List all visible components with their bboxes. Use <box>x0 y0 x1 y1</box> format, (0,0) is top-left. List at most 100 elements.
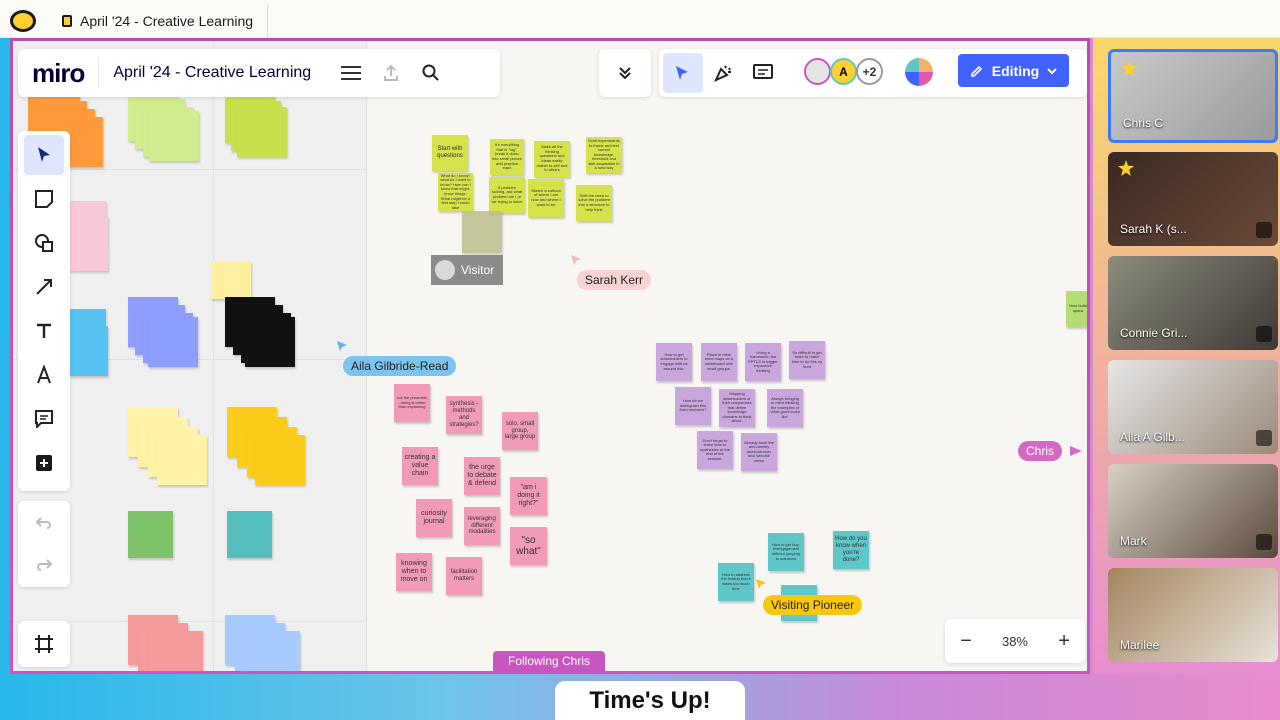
sticky-note[interactable]: Shift the need to solve the problem into… <box>576 185 612 221</box>
collaborator-avatar-photo[interactable] <box>804 58 831 85</box>
board-frame: Start with questions It's everything tha… <box>10 38 1090 674</box>
sticky-note[interactable]: Make all the thinking questions and idea… <box>534 141 570 177</box>
visitor-badge: Visitor <box>431 255 503 285</box>
following-indicator[interactable]: Following Chris <box>493 651 605 671</box>
sticky-note[interactable]: curiosity journal <box>416 499 452 537</box>
sticky-note[interactable]: creating a value chain <box>402 447 438 485</box>
undo-button[interactable] <box>24 503 64 543</box>
star-icon <box>1118 160 1134 176</box>
sticky-note[interactable]: It's everything that is "big", break it … <box>490 139 524 175</box>
redo-button[interactable] <box>24 545 64 585</box>
comment-icon[interactable] <box>743 53 783 93</box>
sticky-note[interactable]: Start with questions <box>432 135 468 171</box>
sticky-note[interactable]: Don't forget to leave time to synthesize… <box>697 431 733 469</box>
participant-tile[interactable]: Mark <box>1108 464 1278 558</box>
tab-title: April '24 - Creative Learning <box>80 13 254 29</box>
participant-name: Mark <box>1120 534 1147 548</box>
cursor-label-visiting-pioneer: Visiting Pioneer <box>763 595 863 615</box>
sticky-note[interactable]: If problem solving, ask what problem am … <box>489 177 525 213</box>
chevron-double-down-icon <box>619 67 631 80</box>
sticky-note[interactable]: the urge to debate & defend <box>464 457 500 495</box>
sticky-note[interactable]: solo, small group, large group <box>502 412 538 450</box>
sticky-note[interactable]: Always bringing in mind thinking the exa… <box>767 389 803 427</box>
timer-banner: Time's Up! <box>555 681 745 720</box>
sticky-note[interactable]: leveraging different modalities <box>464 507 500 545</box>
cursor-arrow-icon <box>38 147 50 162</box>
sticky-note[interactable]: Place in mine mind maps on a whiteboard … <box>701 343 737 381</box>
creation-toolbar <box>18 131 70 491</box>
select-tool[interactable] <box>24 135 64 175</box>
more-tools[interactable] <box>24 443 64 483</box>
frames-button[interactable] <box>18 621 70 667</box>
cursor-label-aila: Aila Gilbride-Read <box>343 356 457 376</box>
tab-board[interactable]: April '24 - Creative Learning <box>48 4 269 38</box>
cursor-mode-icon[interactable] <box>663 53 703 93</box>
sticky-single-green[interactable] <box>128 511 173 558</box>
miro-app-icon[interactable] <box>10 10 36 32</box>
board-header: miro April '24 - Creative Learning <box>18 49 500 97</box>
mic-muted-icon <box>1256 430 1272 446</box>
sticky-note-edge[interactable]: How build opera <box>1066 291 1087 327</box>
sticky-note[interactable]: Already book the and identify ambivalenc… <box>741 433 777 471</box>
miro-logo[interactable]: miro <box>18 58 98 89</box>
sticky-note[interactable]: not the preamble - doing is better than … <box>394 384 430 422</box>
user-profile-avatar[interactable] <box>905 58 933 86</box>
participant-name: Chris C <box>1123 116 1164 130</box>
sticky-note[interactable]: Sketch a cartoon of where I am now and w… <box>528 179 564 217</box>
participant-tile[interactable]: Marilee <box>1108 568 1278 662</box>
sticky-note-selected[interactable] <box>462 211 502 253</box>
sticky-note[interactable]: How to address the feeling that it takes… <box>718 563 754 601</box>
sticky-note[interactable]: facilitation matters <box>446 557 482 595</box>
sticky-note[interactable]: How to get stakeholders to engage with u… <box>656 343 692 381</box>
pen-tool[interactable] <box>24 355 64 395</box>
collaborator-avatar-a[interactable]: A <box>830 58 857 85</box>
celebrate-icon[interactable] <box>703 53 743 93</box>
participant-tile[interactable]: Aila A Gilb... <box>1108 360 1278 454</box>
sticky-note[interactable]: So difficult to get team to make time to… <box>789 341 825 379</box>
cursor-pointer-icon <box>756 579 766 589</box>
sticky-note-icon <box>35 190 53 208</box>
menu-icon[interactable] <box>331 53 371 93</box>
sticky-single-yellow[interactable] <box>211 261 251 299</box>
sticky-note[interactable]: Using a framework, the FPTLS to trigger … <box>745 343 781 381</box>
browser-tab-bar: April '24 - Creative Learning <box>0 0 1280 38</box>
participant-name: Sarah K (s... <box>1120 222 1187 236</box>
sticky-single-teal[interactable] <box>227 511 272 558</box>
board-title[interactable]: April '24 - Creative Learning <box>98 58 325 88</box>
sticky-note[interactable]: What do I know? what do I want to know? … <box>438 173 473 211</box>
text-tool[interactable] <box>24 311 64 351</box>
board-canvas[interactable]: Start with questions It's everything tha… <box>13 41 1087 671</box>
sticky-note-tool[interactable] <box>24 179 64 219</box>
sticky-note[interactable]: Draft experiments to frame and test curr… <box>586 137 622 173</box>
participant-tile[interactable]: Chris C <box>1108 49 1278 143</box>
zoom-level[interactable]: 38% <box>1002 634 1028 649</box>
participant-name: Marilee <box>1120 638 1160 652</box>
sticky-note[interactable]: How to get buy-in/engagement without jum… <box>768 533 804 571</box>
participant-tile[interactable]: Connie Gri... <box>1108 256 1278 350</box>
search-icon[interactable] <box>411 53 451 93</box>
sticky-note[interactable]: synthesis - methods and strategies? <box>446 396 482 434</box>
undo-redo-panel <box>18 501 70 587</box>
sticky-note[interactable]: "so what" <box>510 527 547 565</box>
video-gallery: Chris C Sarah K (s... Connie Gri... Aila… <box>1093 38 1280 674</box>
participant-name: Aila A Gilb... <box>1120 430 1185 444</box>
zoom-out-button[interactable]: − <box>960 630 972 653</box>
sticky-note[interactable]: How do you know when you're done? <box>833 531 869 569</box>
collaborators-more[interactable]: +2 <box>856 58 883 85</box>
pencil-icon <box>970 65 982 77</box>
sticky-note[interactable]: knowing when to move on <box>396 553 432 591</box>
shapes-tool[interactable] <box>24 223 64 263</box>
mic-muted-icon <box>1256 222 1272 238</box>
comment-tool[interactable] <box>24 399 64 439</box>
zoom-in-button[interactable]: + <box>1058 630 1070 653</box>
sticky-note[interactable]: "am i doing it right?" <box>510 477 547 515</box>
collapse-toolbar[interactable] <box>599 49 651 97</box>
undo-icon <box>35 517 51 529</box>
editing-mode-button[interactable]: Editing <box>958 54 1069 87</box>
participant-tile[interactable]: Sarah K (s... <box>1108 152 1278 246</box>
export-icon[interactable] <box>371 53 411 93</box>
sticky-note[interactable]: Mapping stakeholders or their uniqueness… <box>719 389 755 427</box>
visitor-avatar-icon <box>435 260 455 280</box>
connection-line-tool[interactable] <box>24 267 64 307</box>
sticky-note[interactable]: How do we distinguish this from research… <box>675 387 711 425</box>
